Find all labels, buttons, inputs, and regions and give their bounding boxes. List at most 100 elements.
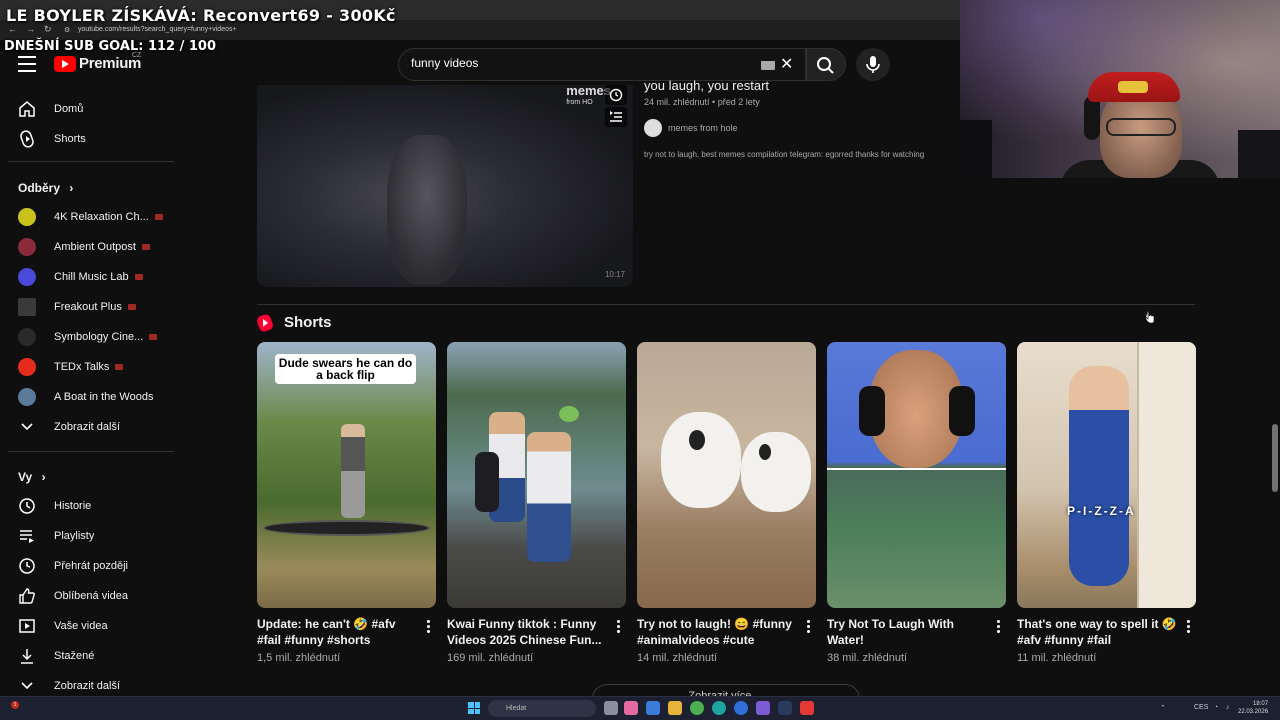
live-indicator-icon	[127, 304, 136, 310]
history-icon	[16, 495, 38, 517]
short-thumbnail[interactable]	[637, 342, 816, 608]
thumbnail-figure	[475, 452, 499, 512]
search-button[interactable]	[806, 48, 846, 81]
shorts-shelf-header: Shorts	[255, 312, 332, 333]
short-thumbnail[interactable]: Dude swears he can do a back flip	[257, 342, 436, 608]
live-indicator-icon	[115, 364, 124, 370]
sidebar-item-subscription[interactable]: Chill Music Lab	[8, 262, 168, 292]
forward-icon[interactable]: →	[26, 24, 35, 34]
short-card[interactable]: Kwai Funny tiktok : Funny Videos 2025 Ch…	[447, 342, 626, 664]
short-title[interactable]: Kwai Funny tiktok : Funny Videos 2025 Ch…	[447, 616, 607, 648]
you-heading[interactable]: Vy ›	[18, 470, 46, 484]
sidebar-item-subscription[interactable]: TEDx Talks	[8, 352, 168, 382]
sidebar-item-show-more-subscriptions[interactable]: Zobrazit další	[8, 412, 168, 442]
sidebar-item-label: Ambient Outpost	[54, 241, 136, 253]
volume-icon[interactable]: ♪	[1226, 704, 1230, 711]
more-options-icon[interactable]	[807, 620, 811, 635]
tray-chevron-icon[interactable]: ⌃	[1160, 704, 1166, 712]
sidebar-item-your-videos[interactable]: Vaše videa	[8, 611, 168, 641]
widgets-icon[interactable]	[624, 701, 638, 715]
sidebar-item-shorts[interactable]: Shorts	[8, 124, 168, 154]
subscriptions-heading[interactable]: Odběry ›	[18, 181, 73, 195]
short-title[interactable]: Update: he can't 🤣 #afv #fail #funny #sh…	[257, 616, 417, 648]
sidebar-item-home[interactable]: Domů	[8, 94, 168, 124]
video-title[interactable]: you laugh, you restart	[644, 78, 769, 93]
site-info-icon[interactable]: ⚙	[64, 26, 70, 34]
channel-avatar[interactable]	[644, 119, 662, 137]
short-card[interactable]: P-I-Z-Z-A That's one way to spell it 🤣 #…	[1017, 342, 1196, 664]
short-title[interactable]: That's one way to spell it 🤣 #afv #funny…	[1017, 616, 1177, 648]
sidebar-item-history[interactable]: Historie	[8, 491, 168, 521]
more-options-icon[interactable]	[997, 620, 1001, 635]
steam-icon[interactable]	[778, 701, 792, 715]
sidebar-item-downloads[interactable]: Stažené	[8, 641, 168, 671]
thumbnail-melon	[559, 406, 579, 422]
sidebar-item-liked-videos[interactable]: Oblíbená videa	[8, 581, 168, 611]
sidebar-item-subscription[interactable]: 4K Relaxation Ch...	[8, 202, 168, 232]
obs-icon[interactable]	[800, 701, 814, 715]
webcam-monitor	[1238, 130, 1280, 178]
more-options-icon[interactable]	[427, 620, 431, 635]
sidebar-item-subscription[interactable]: Freakout Plus	[8, 292, 168, 322]
webcam-monitor	[960, 120, 992, 178]
add-to-queue-icon[interactable]	[605, 107, 627, 127]
short-card[interactable]: Try Not To Laugh With Water! 38 mil. zhl…	[827, 342, 1006, 664]
more-options-icon[interactable]	[1187, 620, 1191, 635]
more-options-icon[interactable]	[617, 620, 621, 635]
short-card[interactable]: Dude swears he can do a back flip Update…	[257, 342, 436, 664]
sidebar-item-subscription[interactable]: A Boat in the Woods	[8, 382, 168, 412]
taskbar-search[interactable]: Hledat	[488, 700, 596, 717]
video-thumbnail[interactable]: memes from HO 10:17	[257, 85, 633, 287]
short-title[interactable]: Try not to laugh! 😄 #funny #animalvideos…	[637, 616, 797, 648]
clear-search-icon[interactable]: ✕	[780, 54, 793, 74]
edge-icon[interactable]	[712, 701, 726, 715]
network-icon[interactable]: ◔	[1214, 704, 1218, 711]
windows-start-icon[interactable]	[468, 702, 480, 714]
divider	[8, 451, 174, 452]
short-card[interactable]: Try not to laugh! 😄 #funny #animalvideos…	[637, 342, 816, 664]
chrome-icon[interactable]	[690, 701, 704, 715]
channel-avatar	[18, 268, 36, 286]
divider	[8, 161, 174, 162]
address-bar[interactable]: youtube.com/results?search_query=funny+v…	[78, 26, 237, 33]
video-channel[interactable]: memes from hole	[644, 119, 738, 137]
menu-icon[interactable]	[18, 56, 36, 72]
file-explorer-icon[interactable]	[668, 701, 682, 715]
youtube-premium-logo[interactable]: Premium CZ	[54, 52, 141, 72]
store-icon[interactable]	[646, 701, 660, 715]
sidebar-item-label: Oblíbená videa	[54, 590, 128, 602]
back-icon[interactable]: ←	[8, 24, 17, 34]
thumbnail-figure	[341, 424, 365, 518]
discord-icon[interactable]	[756, 701, 770, 715]
keyboard-icon[interactable]	[761, 61, 775, 70]
sidebar-item-label: Chill Music Lab	[54, 271, 129, 283]
channel-avatar	[18, 388, 36, 406]
language-indicator[interactable]: CES	[1194, 704, 1208, 711]
voice-search-button[interactable]	[856, 48, 890, 81]
sidebar-item-watch-later[interactable]: Přehrát později	[8, 551, 168, 581]
short-thumbnail[interactable]	[447, 342, 626, 608]
sidebar-item-playlists[interactable]: Playlisty	[8, 521, 168, 551]
search-box[interactable]: ✕	[398, 48, 806, 81]
short-title[interactable]: Try Not To Laugh With Water!	[827, 616, 987, 648]
browser-icon[interactable]	[734, 701, 748, 715]
short-thumbnail[interactable]: P-I-Z-Z-A	[1017, 342, 1196, 608]
reload-icon[interactable]: ↻	[44, 24, 52, 35]
video-age: před 2 lety	[717, 97, 760, 107]
taskbar-clock[interactable]: 18:07 22.03.2026	[1238, 700, 1268, 716]
short-thumbnail[interactable]	[827, 342, 1006, 608]
task-view-icon[interactable]	[604, 701, 618, 715]
watch-later-icon[interactable]	[605, 85, 627, 105]
scrollbar-thumb[interactable]	[1272, 424, 1278, 492]
sidebar-item-label: Vaše videa	[54, 620, 108, 632]
sidebar-item-subscription[interactable]: Ambient Outpost	[8, 232, 168, 262]
sidebar-item-subscription[interactable]: Symbology Cine...	[8, 322, 168, 352]
stream-overlay-title: LE BOYLER ZÍSKÁVÁ: Reconvert69 - 300Kč	[6, 6, 396, 25]
mouse-cursor-icon	[1145, 310, 1155, 324]
sidebar-item-label: Stažené	[54, 650, 95, 662]
notification-badge[interactable]: 1	[11, 701, 19, 709]
video-icon	[16, 615, 38, 637]
thumbnail-door	[1137, 342, 1196, 608]
search-input[interactable]	[411, 56, 711, 70]
channel-name[interactable]: memes from hole	[668, 123, 738, 133]
